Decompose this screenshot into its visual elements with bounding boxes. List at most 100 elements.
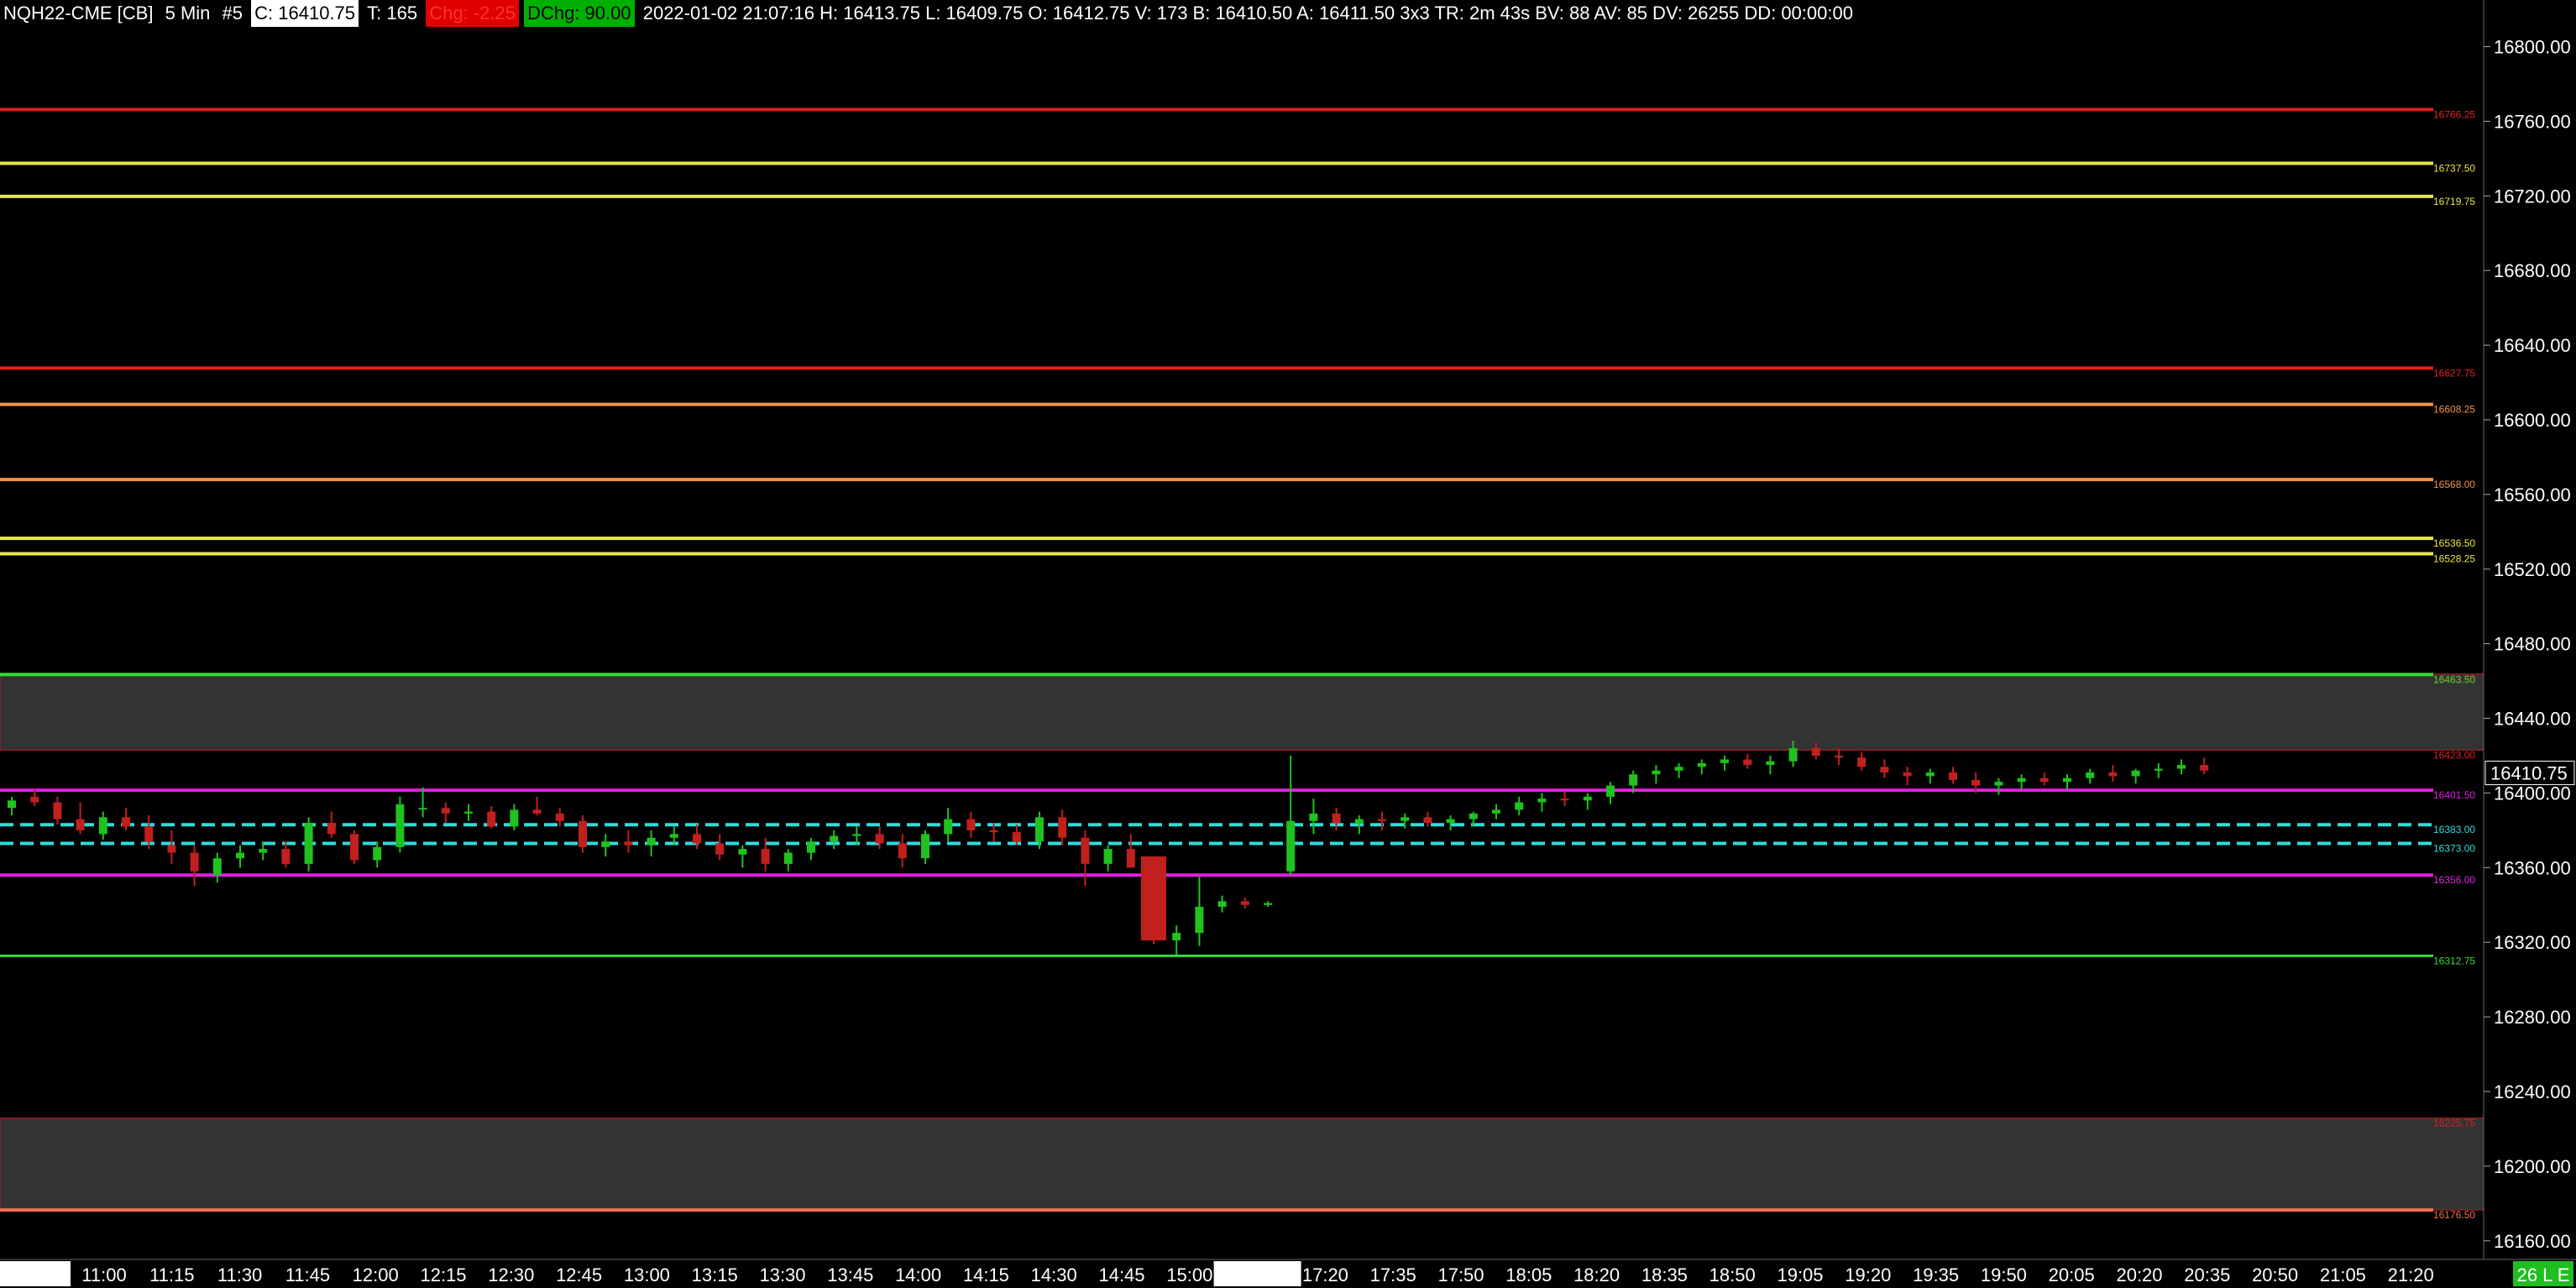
candle-body[interactable] [1560,798,1569,801]
candle-body[interactable] [1469,813,1478,819]
candle-body[interactable] [1309,813,1318,821]
candle-body[interactable] [1583,796,1592,801]
candle-body[interactable] [1217,901,1227,907]
candle-body[interactable] [1423,817,1432,823]
candle-body[interactable] [8,800,16,809]
candle-body[interactable] [1811,748,1820,756]
candle-body[interactable] [1674,767,1683,771]
symbol-label[interactable]: NQH22-CME [CB] [0,0,156,27]
candle-body[interactable] [327,823,336,835]
candle-body[interactable] [830,835,839,842]
candle-body[interactable] [2108,772,2118,777]
candle-body[interactable] [1035,817,1044,842]
candle-body[interactable] [395,804,405,847]
candle-body[interactable] [1629,774,1638,786]
candle-body[interactable] [122,817,130,827]
candle-body[interactable] [1332,813,1341,823]
candle-body[interactable] [1903,772,1912,777]
candle-body[interactable] [1058,817,1067,838]
candle-body[interactable] [898,843,907,859]
candle-body[interactable] [875,834,884,844]
candle-body[interactable] [1172,933,1181,940]
price-axis[interactable]: 16800.00 16760.00 16720.00 16680.00 16640.00… [2484,37,2571,1252]
candle-body[interactable] [1880,767,1889,772]
candle-body[interactable] [2131,770,2140,777]
candle-body[interactable] [259,849,268,853]
candle-body[interactable] [1264,903,1272,905]
candle-body[interactable] [1835,756,1843,758]
candle-body[interactable] [350,834,359,861]
candle-body[interactable] [1606,785,1615,797]
candle-body[interactable] [624,841,633,846]
candle-body[interactable] [2177,765,2186,769]
candle-body[interactable] [715,843,725,855]
candle-body[interactable] [1994,782,2003,786]
candle-body[interactable] [783,852,793,864]
candle-body[interactable] [1652,770,1661,775]
candle-body[interactable] [761,849,770,864]
candle-body[interactable] [1743,759,1752,766]
candle-body[interactable] [738,849,747,855]
candle-body[interactable] [807,841,815,853]
candle-body[interactable] [418,808,427,810]
candle-body[interactable] [693,834,701,844]
candle-body[interactable] [464,811,473,814]
candle-body[interactable] [1126,849,1135,868]
candle-body[interactable] [98,817,107,835]
candle-body[interactable] [30,796,39,803]
candle-body[interactable] [1195,907,1204,934]
candle-body[interactable] [2063,778,2071,783]
candle-body[interactable] [190,852,199,872]
candle-body[interactable] [921,834,929,859]
candle-body[interactable] [1354,819,1364,823]
candle-body[interactable] [1857,757,1867,767]
candle-body[interactable] [373,846,382,861]
candle-body[interactable] [647,837,656,846]
candle-body[interactable] [1537,798,1547,803]
candle-body[interactable] [487,811,496,827]
candle-body[interactable] [2086,772,2095,778]
candle-body[interactable] [1141,856,1166,940]
candle-body[interactable] [532,809,542,814]
candle-body[interactable] [2039,778,2049,783]
candle-body[interactable] [1446,819,1455,823]
candle-body[interactable] [1925,772,1935,777]
candle-body[interactable] [441,808,450,814]
interval-label[interactable]: 5 Min [162,0,214,27]
candle-body[interactable] [852,834,861,836]
candle-body[interactable] [53,802,62,819]
candle-body[interactable] [1492,809,1500,814]
candle-body[interactable] [1971,779,1981,786]
candle-body[interactable] [510,809,519,827]
candle-body[interactable] [669,834,678,838]
candle-body[interactable] [2154,768,2163,771]
candle-body[interactable] [1949,772,1957,780]
candle-body[interactable] [236,852,244,859]
candle-body[interactable] [601,841,610,847]
time-axis[interactable]: 1-12-31 11:00 11:15 11:30 11:45 12:00 12:15 12:… [0,1261,2434,1286]
candle-body[interactable] [1081,837,1090,864]
candle-body[interactable] [281,849,291,864]
candle-body[interactable] [76,819,85,830]
candle-body[interactable] [1103,849,1113,864]
candle-body[interactable] [579,820,587,847]
candle-body[interactable] [2017,778,2026,783]
candle-body[interactable] [1766,761,1775,766]
candle-body[interactable] [555,813,564,821]
candle-body[interactable] [2200,765,2209,771]
candle-body[interactable] [1515,802,1524,810]
candle-body[interactable] [1286,820,1296,872]
candle-body[interactable] [1788,748,1798,762]
price-chart[interactable]: 16766.25 16737.50 16719.75 16627.75 16608.25… [0,0,2576,1288]
candle-body[interactable] [1720,759,1729,763]
candle-body[interactable] [1378,819,1386,821]
candle-body[interactable] [1240,901,1249,905]
candle-body[interactable] [989,830,998,833]
candle-body[interactable] [167,845,176,853]
candle-body[interactable] [1401,817,1410,821]
candle-body[interactable] [1012,832,1021,842]
candle-body[interactable] [212,858,222,876]
candle-body[interactable] [944,819,953,835]
candle-body[interactable] [304,823,313,864]
candle-body[interactable] [966,819,976,830]
